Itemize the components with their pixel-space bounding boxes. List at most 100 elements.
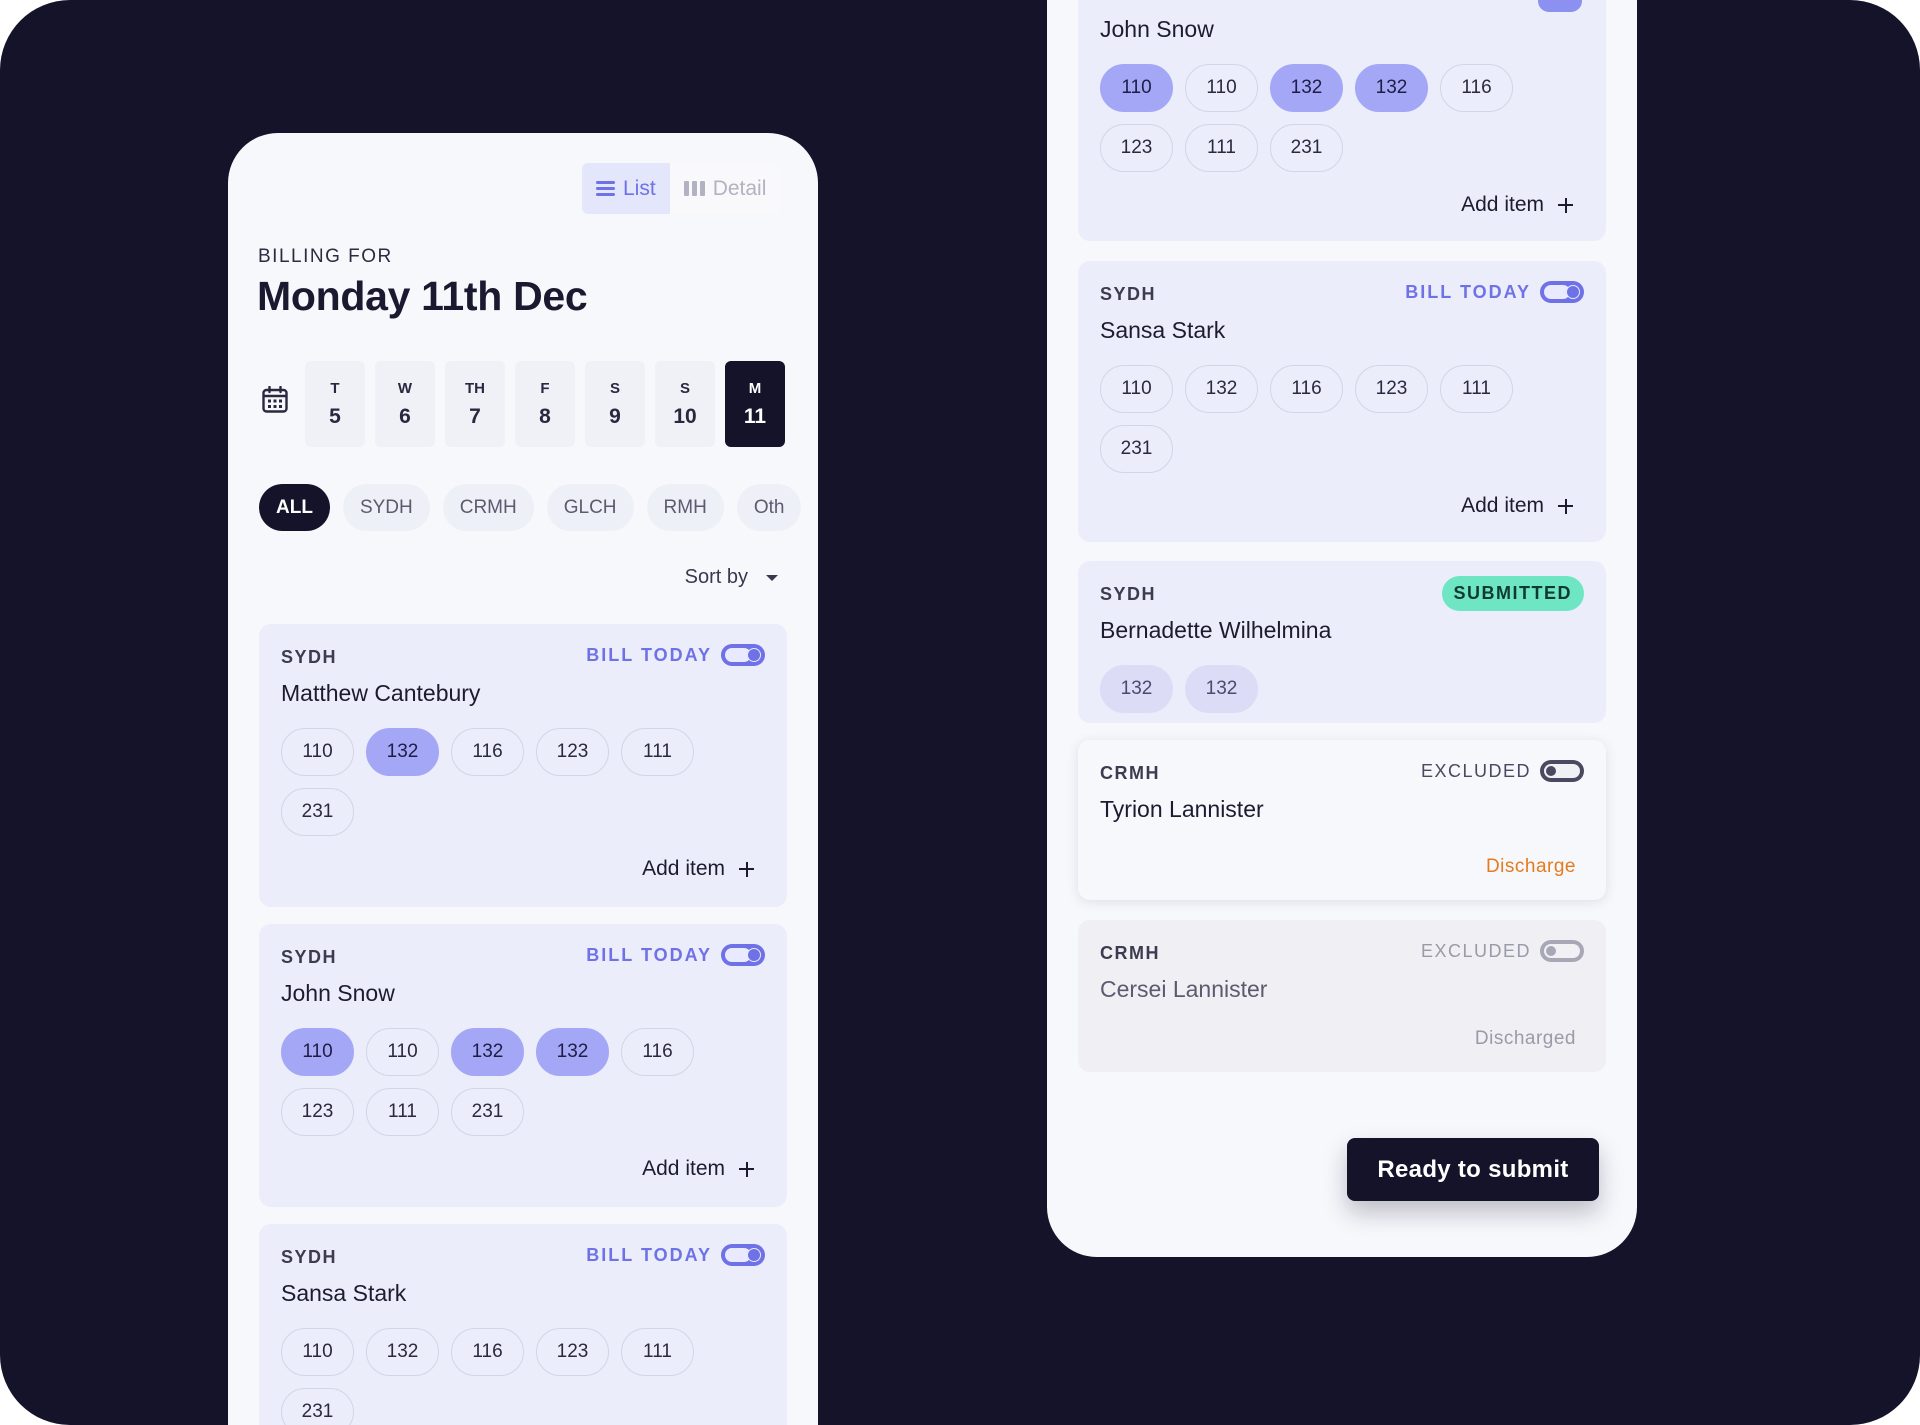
billing-item-chip[interactable]: 111: [621, 1328, 694, 1376]
billing-item-chip[interactable]: 111: [1440, 365, 1513, 413]
hospital-code: SYDH: [281, 647, 338, 667]
ready-to-submit-button[interactable]: Ready to submit: [1347, 1138, 1599, 1201]
date-mon-11-selected[interactable]: M 11: [725, 361, 785, 447]
billing-item-chip[interactable]: 116: [451, 728, 524, 776]
list-view-label: List: [623, 176, 656, 200]
billing-item-chip[interactable]: 231: [1100, 425, 1173, 473]
add-item-button[interactable]: Add item: [1461, 193, 1573, 217]
filter-all[interactable]: ALL: [259, 484, 330, 531]
view-toggle: List Detail: [582, 163, 781, 214]
billing-item-chip[interactable]: 116: [1270, 365, 1343, 413]
date-thu-7[interactable]: TH 7: [445, 361, 505, 447]
billing-item-chip[interactable]: 123: [1100, 124, 1173, 172]
billing-item-chip-submitted: 132: [1100, 665, 1173, 713]
bill-today-toggle[interactable]: [1540, 281, 1584, 303]
billing-item-chip-selected[interactable]: 110: [1100, 64, 1173, 112]
date-day: S: [609, 379, 620, 397]
billing-item-chip-selected[interactable]: 132: [451, 1028, 524, 1076]
plus-icon: [739, 861, 754, 877]
billing-item-chip-selected[interactable]: 132: [366, 728, 439, 776]
billing-item-chip[interactable]: 111: [1185, 124, 1258, 172]
billing-item-chip[interactable]: 132: [366, 1328, 439, 1376]
billing-item-chip[interactable]: 110: [366, 1028, 439, 1076]
patient-name: Cersei Lannister: [1100, 976, 1268, 1002]
date-day: TH: [465, 379, 485, 397]
billing-item-chip-selected[interactable]: 110: [281, 1028, 354, 1076]
date-day: F: [540, 379, 550, 397]
bill-today-status: BILL TODAY: [586, 944, 765, 966]
billing-item-chip-submitted: 132: [1185, 665, 1258, 713]
caret-down-icon: [766, 574, 778, 581]
sort-by-label: Sort by: [684, 566, 748, 588]
patient-card: SYDH BILL TODAY Sansa Stark 110 132 116 …: [1078, 261, 1606, 542]
hospital-code: CRMH: [1100, 763, 1160, 783]
bill-today-toggle[interactable]: [721, 1244, 765, 1266]
discharge-link[interactable]: Discharge: [1486, 856, 1576, 878]
date-fri-8[interactable]: F8: [515, 361, 575, 447]
filter-other[interactable]: Oth: [736, 484, 802, 531]
billing-item-chip[interactable]: 231: [281, 1388, 354, 1425]
date-number: 9: [609, 404, 621, 428]
billing-item-chip[interactable]: 110: [281, 728, 354, 776]
list-view-button[interactable]: List: [582, 163, 670, 214]
billing-item-chip[interactable]: 110: [281, 1328, 354, 1376]
submitted-badge: SUBMITTED: [1441, 576, 1584, 611]
bill-today-toggle[interactable]: [1538, 0, 1582, 12]
excluded-status: EXCLUDED: [1421, 940, 1584, 962]
calendar-icon[interactable]: [262, 386, 288, 413]
billing-item-chip[interactable]: 111: [621, 728, 694, 776]
bill-today-status: BILL TODAY: [1405, 281, 1584, 303]
patient-name: Bernadette Wilhelmina: [1100, 617, 1332, 643]
billing-item-chip[interactable]: 231: [281, 788, 354, 836]
billing-item-chip[interactable]: 123: [281, 1088, 354, 1136]
date-tue-5[interactable]: T5: [305, 361, 365, 447]
add-item-label: Add item: [1461, 193, 1544, 216]
billing-items: 110 132 116 123 111 231: [281, 728, 721, 836]
billing-item-chip[interactable]: 231: [451, 1088, 524, 1136]
plus-icon: [1558, 498, 1573, 514]
billing-item-chip[interactable]: 231: [1270, 124, 1343, 172]
billing-item-chip-selected[interactable]: 132: [1270, 64, 1343, 112]
billing-item-chip[interactable]: 123: [1355, 365, 1428, 413]
billing-item-chip[interactable]: 123: [536, 1328, 609, 1376]
filter-rmh[interactable]: RMH: [646, 484, 724, 531]
add-item-button[interactable]: Add item: [1461, 494, 1573, 518]
billing-items: 110 110 132 132 116 123 111 231: [1100, 64, 1540, 172]
filter-crmh[interactable]: CRMH: [442, 484, 534, 531]
date-sat-9[interactable]: S9: [585, 361, 645, 447]
sort-by-dropdown[interactable]: Sort by: [685, 566, 778, 589]
plus-icon: [1558, 197, 1573, 213]
billing-items: 132 132: [1100, 665, 1540, 713]
billing-item-chip[interactable]: 123: [536, 728, 609, 776]
billing-item-chip[interactable]: 111: [366, 1088, 439, 1136]
date-day: S: [679, 379, 690, 397]
billing-item-chip[interactable]: 116: [621, 1028, 694, 1076]
billing-item-chip[interactable]: 116: [451, 1328, 524, 1376]
filter-sydh[interactable]: SYDH: [342, 484, 430, 531]
hospital-code: CRMH: [1100, 943, 1160, 963]
bill-today-toggle[interactable]: [721, 644, 765, 666]
hospital-code: SYDH: [1100, 284, 1157, 304]
billing-item-chip[interactable]: 132: [1185, 365, 1258, 413]
bill-today-status: BILL TODAY: [586, 1244, 765, 1266]
billing-item-chip-selected[interactable]: 132: [1355, 64, 1428, 112]
detail-view-button[interactable]: Detail: [669, 163, 781, 214]
date-number: 5: [329, 404, 341, 428]
bill-today-label: BILL TODAY: [586, 1244, 712, 1265]
billing-item-chip[interactable]: 116: [1440, 64, 1513, 112]
filter-glch[interactable]: GLCH: [546, 484, 634, 531]
billing-item-chip-selected[interactable]: 132: [536, 1028, 609, 1076]
add-item-button[interactable]: Add item: [642, 857, 754, 881]
add-item-button[interactable]: Add item: [642, 1157, 754, 1181]
date-sun-10[interactable]: S 10: [655, 361, 715, 447]
date-number: 11: [743, 404, 767, 428]
bill-today-toggle[interactable]: [721, 944, 765, 966]
billing-items: 110 110 132 132 116 123 111 231: [281, 1028, 721, 1136]
excluded-status: EXCLUDED: [1421, 760, 1584, 782]
date-wed-6[interactable]: W6: [375, 361, 435, 447]
bill-today-label: BILL TODAY: [586, 944, 712, 965]
billing-item-chip[interactable]: 110: [1100, 365, 1173, 413]
discharged-status: Discharged: [1474, 1028, 1576, 1049]
bill-today-toggle[interactable]: [1540, 760, 1584, 782]
billing-item-chip[interactable]: 110: [1185, 64, 1258, 112]
